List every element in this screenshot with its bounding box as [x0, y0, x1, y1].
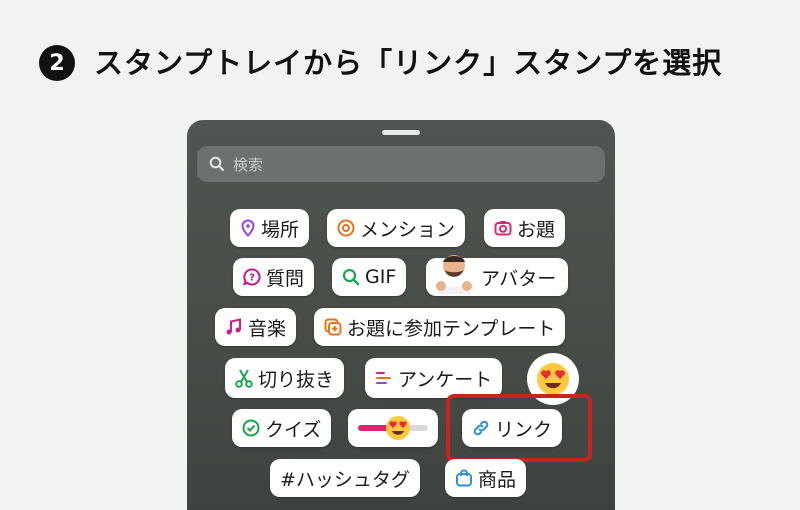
search-bar[interactable]: 検索 — [197, 146, 605, 182]
scissors-icon — [235, 369, 253, 388]
search-placeholder: 検索 — [233, 155, 264, 174]
search-icon — [209, 156, 224, 171]
question-topic-sticker[interactable]: お題 — [484, 209, 566, 247]
music-sticker[interactable]: 音楽 — [215, 308, 297, 346]
add-yours-template-sticker[interactable]: お題に参加テンプレート — [314, 308, 566, 346]
step-number-badge: 2 — [39, 45, 75, 81]
cutout-sticker[interactable]: 切り抜き — [225, 358, 345, 398]
link-sticker-highlight — [446, 394, 592, 462]
mention-icon — [337, 219, 355, 237]
avatar-icon — [436, 255, 472, 294]
music-sticker-label: 音楽 — [248, 317, 287, 340]
questions-sticker-label: 質問 — [266, 267, 305, 290]
emoji-slider-sticker[interactable] — [348, 409, 438, 447]
shopping-bag-icon — [456, 469, 472, 487]
avatar-sticker[interactable]: アバター — [426, 255, 568, 296]
gif-sticker[interactable]: GIF — [332, 258, 407, 296]
question-topic-sticker-label: お題 — [517, 218, 556, 241]
camera-icon — [494, 221, 512, 236]
emoji-slider-icon — [358, 416, 428, 440]
drag-handle[interactable] — [382, 130, 420, 135]
questions-sticker[interactable]: ? 質問 — [233, 258, 315, 296]
poll-sticker-label: アンケート — [398, 368, 493, 391]
quiz-sticker[interactable]: クイズ — [232, 409, 332, 447]
quiz-sticker-label: クイズ — [265, 418, 322, 441]
location-pin-icon — [241, 219, 255, 237]
poll-icon — [376, 372, 391, 384]
add-yours-template-sticker-label: お題に参加テンプレート — [347, 317, 556, 340]
cutout-sticker-label: 切り抜き — [258, 368, 335, 391]
step-title: スタンプトレイから「リンク」スタンプを選択 — [94, 46, 723, 80]
hashtag-sticker-label: #ハッシュタグ — [280, 468, 410, 491]
avatar-sticker-label: アバター — [481, 267, 557, 290]
location-sticker[interactable]: 場所 — [230, 209, 310, 247]
add-template-icon — [324, 318, 342, 336]
gif-sticker-label: GIF — [365, 266, 397, 288]
mention-sticker-label: メンション — [360, 218, 456, 241]
poll-sticker[interactable]: アンケート — [365, 358, 503, 398]
hashtag-sticker[interactable]: #ハッシュタグ — [270, 459, 420, 497]
product-sticker[interactable]: 商品 — [445, 459, 527, 497]
svg-text:?: ? — [249, 273, 255, 284]
location-sticker-label: 場所 — [261, 218, 300, 241]
question-bubble-icon: ? — [243, 268, 261, 286]
check-circle-icon — [242, 419, 260, 437]
search-icon — [342, 268, 360, 286]
mention-sticker[interactable]: メンション — [327, 209, 466, 247]
product-sticker-label: 商品 — [478, 468, 517, 491]
music-note-icon — [226, 318, 241, 335]
heart-eyes-emoji-icon — [537, 363, 569, 395]
